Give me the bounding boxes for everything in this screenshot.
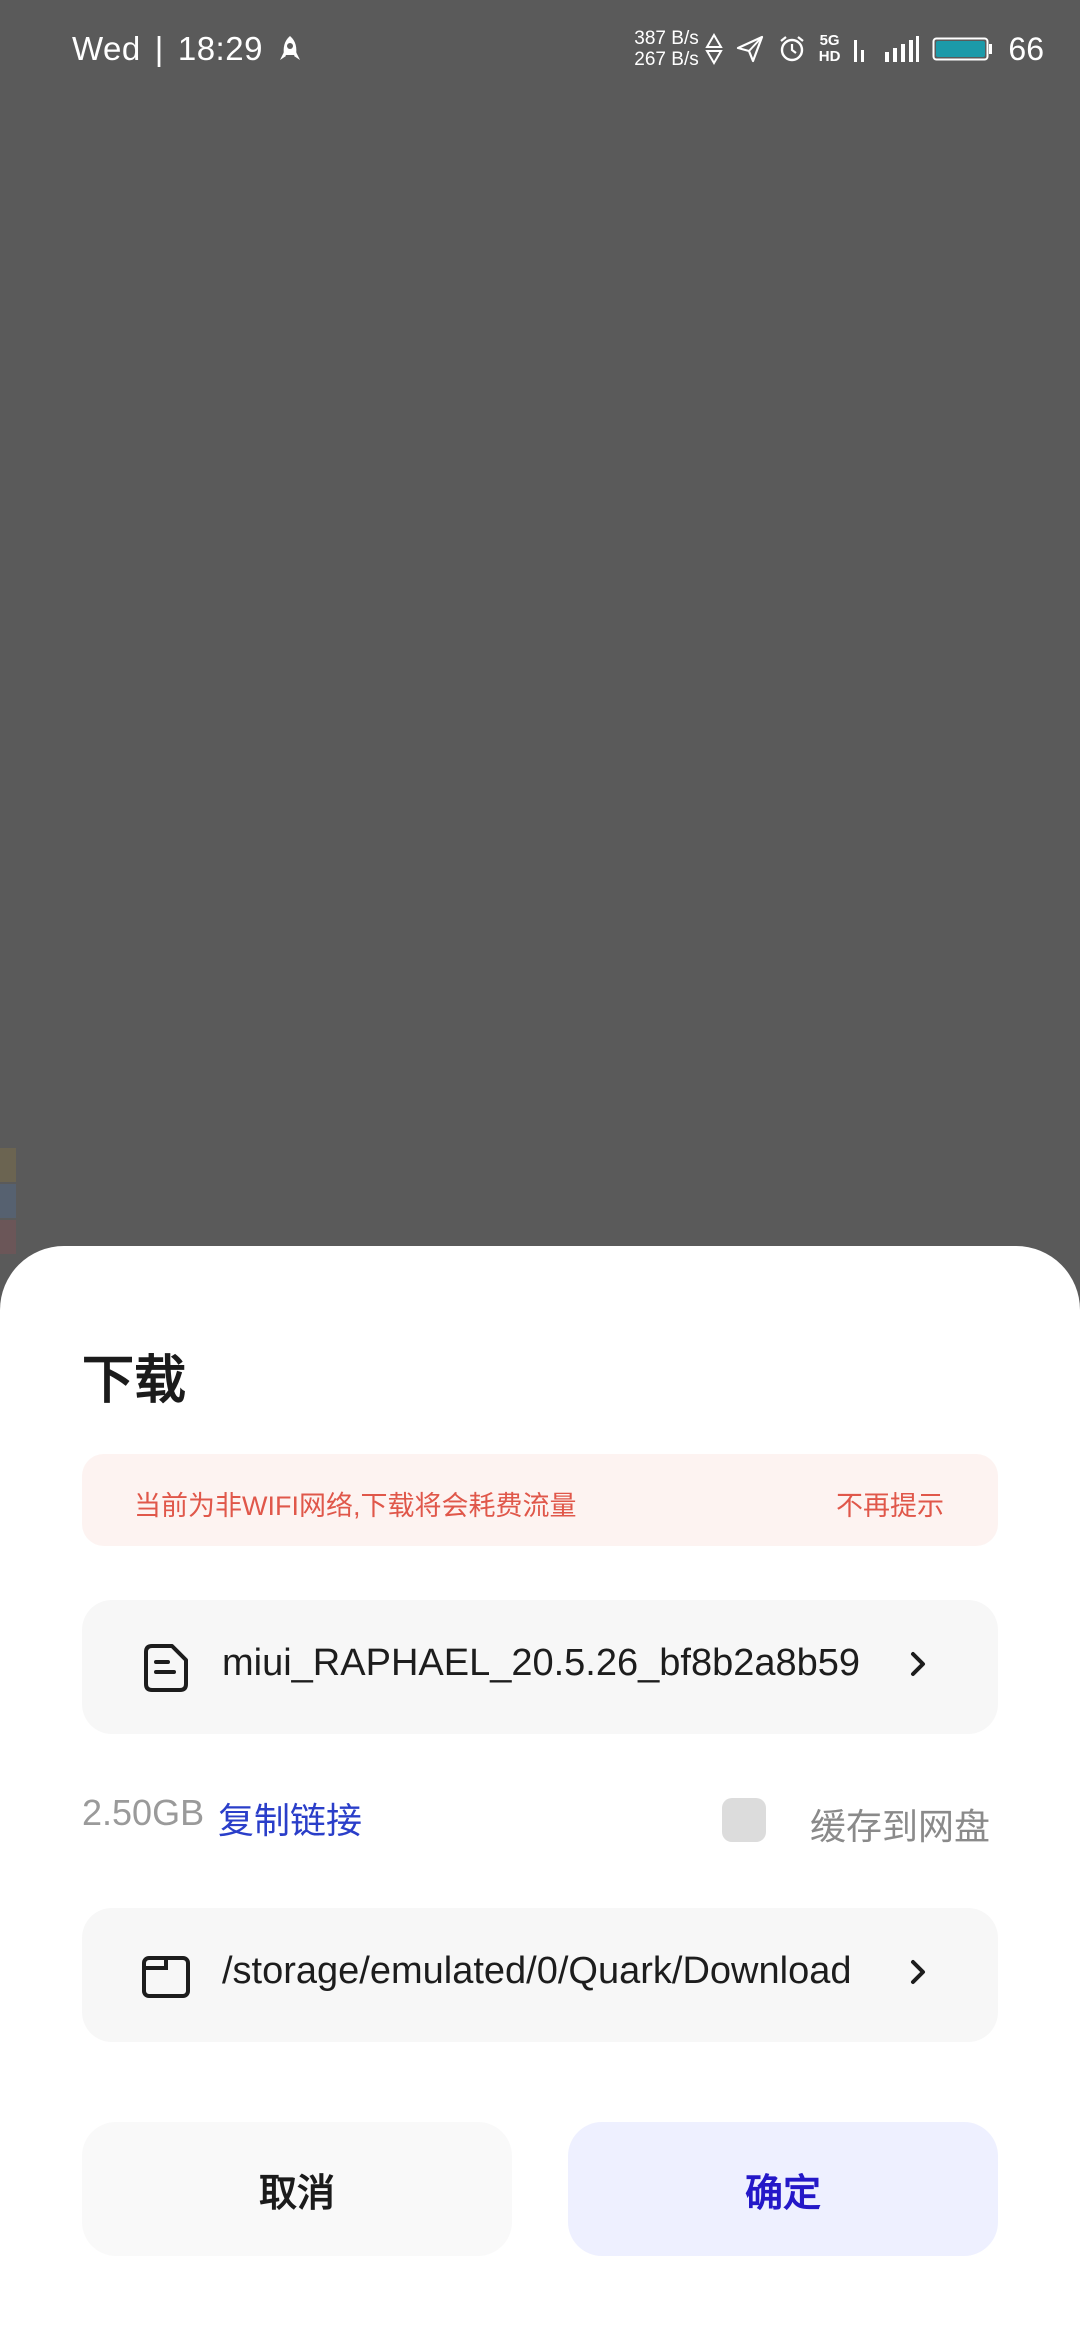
- save-path: /storage/emulated/0/Quark/Download: [222, 1950, 852, 1992]
- network-warning-banner: 当前为非WIFI网络,下载将会耗费流量 不再提示: [82, 1454, 998, 1546]
- wifi-icon: [885, 36, 920, 62]
- dont-remind-button[interactable]: 不再提示: [836, 1484, 944, 1523]
- file-name-row[interactable]: miui_RAPHAEL_20.5.26_bf8b2a8b59: [82, 1600, 998, 1734]
- network-speed: 387 B/s 267 B/s: [634, 28, 698, 70]
- network-type: 5G: [819, 32, 840, 49]
- 5g-hd-icon: 5G HD: [819, 33, 841, 65]
- dialog-title: 下载: [82, 1352, 187, 1410]
- send-icon: [736, 35, 763, 63]
- battery-level: 66: [1008, 30, 1044, 67]
- arrow-down-icon: [704, 50, 723, 65]
- status-bar-left: Wed | 18:29: [72, 30, 303, 68]
- alarm-icon: [780, 36, 804, 62]
- time-label: 18:29: [177, 30, 263, 67]
- status-bar-right: 387 B/s 267 B/s 5G HD 66: [634, 28, 1044, 70]
- cache-to-cloud-checkbox[interactable]: [722, 1798, 766, 1842]
- status-bar: Wed | 18:29 387 B/s 267 B/s 5G HD 66: [0, 0, 1080, 104]
- chevron-right-icon: [911, 1960, 925, 1984]
- confirm-button[interactable]: 确定: [568, 2122, 998, 2256]
- upload-speed: 387 B/s: [634, 28, 699, 49]
- chevron-right-icon: [911, 1652, 925, 1676]
- document-icon: [144, 1644, 188, 1692]
- day-label: Wed: [72, 30, 141, 67]
- download-speed: 267 B/s: [634, 49, 699, 70]
- copy-link-button[interactable]: 复制链接: [218, 1792, 362, 1844]
- battery-icon: [932, 37, 993, 61]
- save-path-row[interactable]: /storage/emulated/0/Quark/Download: [82, 1908, 998, 2042]
- arrow-up-icon: [704, 33, 723, 48]
- network-sub: HD: [818, 48, 841, 65]
- cancel-button[interactable]: 取消: [82, 2122, 512, 2256]
- separator: |: [154, 30, 164, 67]
- file-name: miui_RAPHAEL_20.5.26_bf8b2a8b59: [222, 1642, 861, 1684]
- edge-strip-3: [0, 1220, 16, 1254]
- folder-icon: [142, 1956, 190, 1998]
- warning-text: 当前为非WIFI网络,下载将会耗费流量: [134, 1491, 577, 1521]
- file-size: 2.50GB: [82, 1792, 205, 1833]
- speed-arrows: [704, 33, 723, 65]
- download-dialog: 下载 当前为非WIFI网络,下载将会耗费流量 不再提示 miui_RAPHAEL…: [0, 1246, 1080, 2340]
- edge-strip-1: [0, 1148, 16, 1182]
- edge-strip-2: [0, 1184, 16, 1218]
- rocket-icon: [279, 36, 300, 60]
- cache-to-cloud-label[interactable]: 缓存到网盘: [810, 1798, 990, 1850]
- signal-icon: [854, 40, 865, 62]
